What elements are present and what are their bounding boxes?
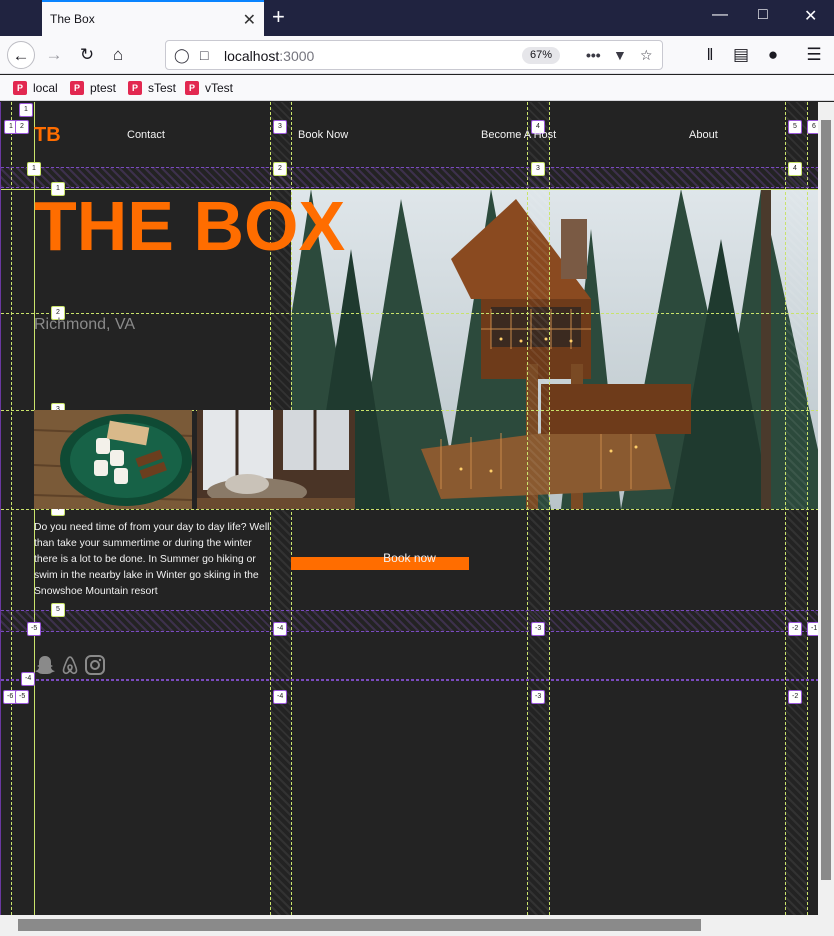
- bookmark-icon: P: [128, 81, 142, 95]
- bookmark-label: vTest: [205, 81, 234, 95]
- grid-line-badge: 1: [19, 103, 33, 117]
- grid-line-badge: 2: [273, 162, 287, 176]
- grid-line-badge: -3: [531, 622, 546, 636]
- tab-title: The Box: [50, 12, 95, 26]
- page-viewport: 1 1 2 3 4 5 6 1 2 3 4 1 2 3 4 5 -5 -4 -3…: [0, 102, 818, 915]
- grid-line-badge: -5: [15, 690, 30, 704]
- hero-title: THE BOX: [34, 187, 346, 265]
- snapchat-icon[interactable]: [34, 654, 56, 676]
- grid-line-badge: 5: [51, 603, 65, 617]
- forward-icon[interactable]: →: [40, 41, 68, 69]
- grid-line-badge: -2: [788, 690, 803, 704]
- bookmark-stest[interactable]: PsTest: [128, 81, 176, 95]
- url-host: localhost: [224, 48, 280, 64]
- bookmark-icon: P: [185, 81, 199, 95]
- grid-line-badge: -3: [531, 690, 546, 704]
- maximize-icon[interactable]: □: [758, 6, 768, 24]
- url-bar[interactable]: ◯ □ localhost:3000 67% ••• ▼ ☆: [165, 40, 663, 70]
- close-window-icon[interactable]: ✕: [804, 6, 817, 26]
- grid-line-badge: 1: [27, 162, 41, 176]
- tab-bar: The Box ✕ + — □ ✕: [0, 0, 834, 36]
- nav-link-book-now[interactable]: Book Now: [298, 129, 348, 141]
- home-icon[interactable]: ⌂: [104, 41, 132, 69]
- grid-line-badge: 3: [531, 162, 545, 176]
- close-tab-icon[interactable]: ✕: [243, 10, 256, 30]
- grid-line-badge: 5: [788, 120, 802, 134]
- location-text: Richmond, VA: [34, 316, 136, 333]
- cozy-window-image: [197, 410, 355, 509]
- bookmark-label: sTest: [148, 81, 177, 95]
- treehouse-image: [291, 189, 818, 509]
- sidebar-icon[interactable]: ▤: [727, 41, 755, 69]
- menu-icon[interactable]: ☰: [800, 41, 828, 69]
- grid-line-badge: 2: [15, 120, 29, 134]
- bookmark-vtest[interactable]: PvTest: [185, 81, 233, 95]
- pocket-icon[interactable]: ▼: [613, 47, 627, 63]
- instagram-icon[interactable]: [84, 654, 106, 676]
- minimize-icon[interactable]: —: [712, 6, 728, 24]
- vertical-scroll-thumb[interactable]: [821, 120, 831, 880]
- browser-window: The Box ✕ + — □ ✕ ← → ↻ ⌂ ◯ □ localhost:…: [0, 0, 834, 936]
- tab-the-box[interactable]: The Box ✕: [42, 0, 264, 36]
- horizontal-scroll-thumb[interactable]: [18, 919, 701, 931]
- navigation-toolbar: ← → ↻ ⌂ ◯ □ localhost:3000 67% ••• ▼ ☆ ‖…: [0, 36, 834, 74]
- bookmark-star-icon[interactable]: ☆: [640, 47, 653, 64]
- site-logo[interactable]: TB: [34, 124, 61, 147]
- reload-icon[interactable]: ↻: [73, 41, 101, 69]
- bookmarks-bar: Plocal Pptest PsTest PvTest: [0, 75, 834, 101]
- grid-line-badge: -4: [273, 622, 288, 636]
- smores-plate-image: [34, 410, 192, 509]
- grid-line-badge: -5: [27, 622, 42, 636]
- url-port: :3000: [279, 48, 315, 64]
- account-icon[interactable]: ●: [759, 41, 787, 69]
- book-now-label[interactable]: Book now: [291, 551, 528, 565]
- page-info-icon[interactable]: □: [200, 47, 208, 63]
- grid-line-badge: -1: [807, 622, 818, 636]
- nav-link-contact[interactable]: Contact: [127, 129, 165, 141]
- bookmark-icon: P: [70, 81, 84, 95]
- vertical-scrollbar[interactable]: [818, 102, 834, 915]
- grid-line-badge: 6: [807, 120, 818, 134]
- bookmark-icon: P: [13, 81, 27, 95]
- more-actions-icon[interactable]: •••: [586, 47, 601, 63]
- grid-line-badge: -2: [788, 622, 803, 636]
- grid-line-badge: 4: [788, 162, 802, 176]
- description-text: Do you need time of from your day to day…: [34, 522, 270, 597]
- bookmark-ptest[interactable]: Pptest: [70, 81, 116, 95]
- grid-line-badge: 3: [273, 120, 287, 134]
- shield-icon[interactable]: ◯: [174, 47, 190, 64]
- bookmark-label: ptest: [90, 81, 117, 95]
- bookmark-label: local: [33, 81, 58, 95]
- nav-link-become-a-host[interactable]: Become A Host: [481, 129, 556, 141]
- url-text[interactable]: localhost:3000: [224, 48, 314, 64]
- nav-link-about[interactable]: About: [689, 129, 718, 141]
- back-icon[interactable]: ←: [7, 41, 35, 69]
- zoom-badge[interactable]: 67%: [522, 47, 561, 64]
- library-icon[interactable]: ‖: [696, 41, 724, 69]
- bookmark-local[interactable]: Plocal: [13, 81, 58, 95]
- horizontal-scrollbar[interactable]: [0, 915, 834, 936]
- grid-line-badge: -4: [273, 690, 288, 704]
- airbnb-icon[interactable]: [59, 654, 81, 676]
- new-tab-icon[interactable]: +: [272, 4, 285, 30]
